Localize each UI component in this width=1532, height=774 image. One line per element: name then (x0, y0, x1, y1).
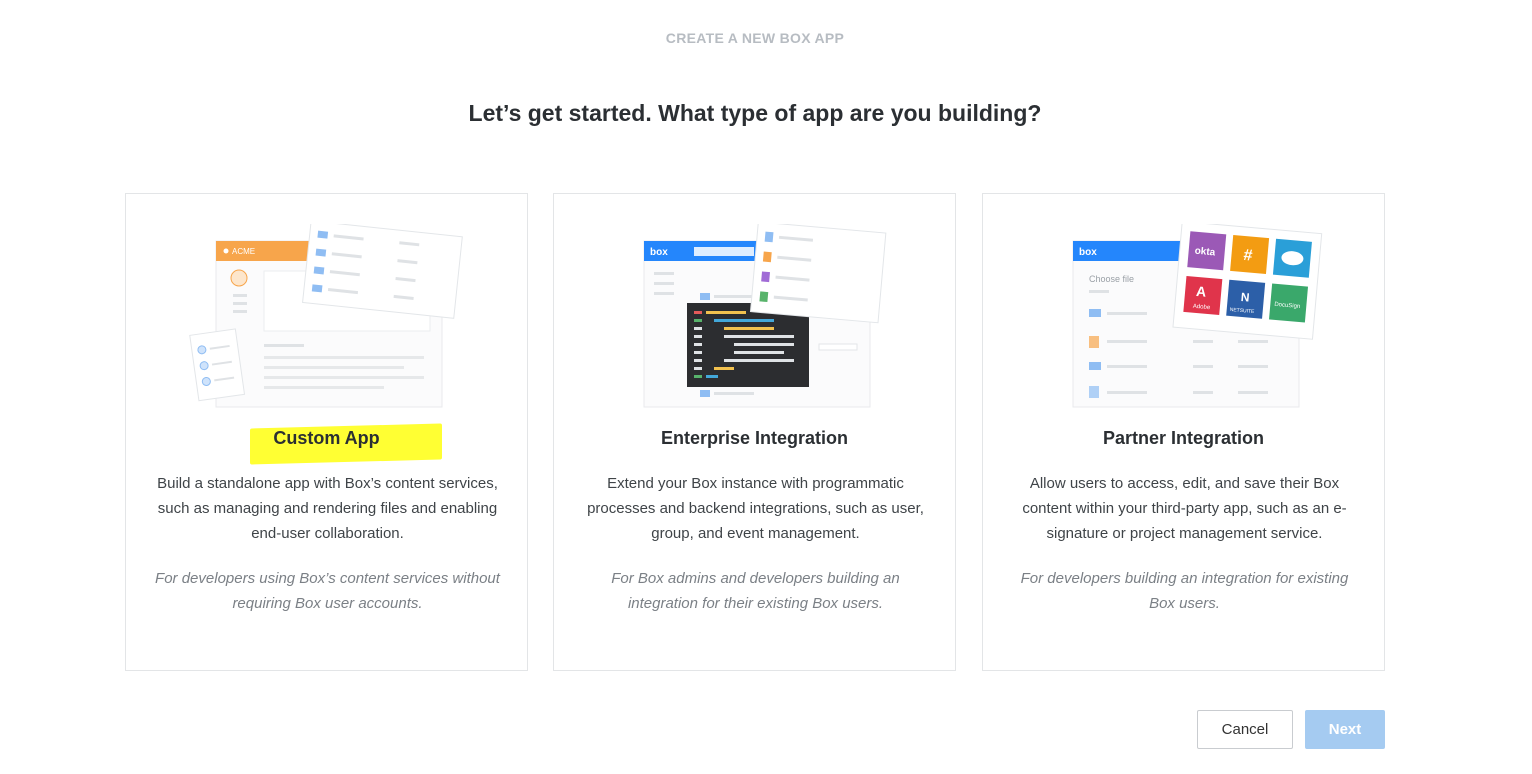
adobe-icon: A (1196, 283, 1207, 300)
card-description: Build a standalone app with Box’s conten… (157, 475, 498, 542)
box-logo: box (1079, 247, 1097, 258)
netsuite-icon: N (1240, 290, 1250, 305)
card-enterprise-integration[interactable]: box Enterprise Integration Extend your B… (553, 193, 956, 671)
choose-file-label: Choose file (1089, 274, 1134, 284)
card-title: Custom App (273, 428, 380, 448)
card-note: For developers building an integration f… (1020, 570, 1349, 612)
card-custom-app[interactable]: ACME Custom App Build a standalone app w… (125, 193, 528, 671)
next-button[interactable]: Next (1305, 710, 1385, 749)
card-partner-integration[interactable]: box Choose file okta # A Adobe N NETSUIT… (982, 193, 1385, 671)
custom-app-illustration: ACME (186, 224, 469, 409)
card-note: For Box admins and developers building a… (611, 570, 900, 612)
eyebrow-title: CREATE A NEW BOX APP (665, 30, 845, 46)
slack-logo: # (1243, 247, 1253, 265)
card-description: Extend your Box instance with programmat… (587, 475, 924, 542)
acme-label: ACME (232, 247, 255, 256)
card-title: Partner Integration (1102, 428, 1265, 448)
enterprise-integration-illustration: box (614, 224, 897, 409)
page-title: Let’s get started. What type of app are … (468, 100, 1042, 126)
card-note: For developers using Box’s content servi… (155, 570, 500, 612)
card-description: Allow users to access, edit, and save th… (1022, 475, 1347, 542)
card-title: Enterprise Integration (660, 428, 849, 448)
partner-integration-illustration: box Choose file okta # A Adobe N NETSUIT… (1043, 224, 1326, 409)
cancel-button[interactable]: Cancel (1197, 710, 1293, 749)
okta-logo: okta (1194, 246, 1216, 259)
box-logo: box (650, 247, 668, 258)
